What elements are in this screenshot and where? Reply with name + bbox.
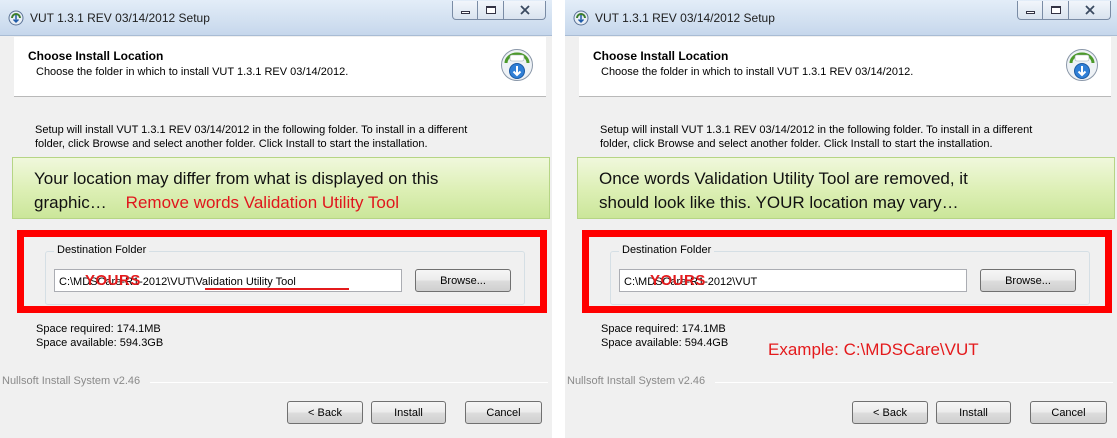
annotation-callout: Once words Validation Utility Tool are r… [577, 157, 1115, 219]
example-path-annotation: Example: C:\MDSCare\VUT [768, 340, 979, 359]
close-icon [519, 5, 530, 15]
destination-folder-legend: Destination Folder [54, 244, 150, 256]
space-required: Space required: 174.1MB [36, 323, 161, 335]
window-title: VUT 1.3.1 REV 03/14/2012 Setup [595, 11, 775, 25]
yours-annotation: YOURS [85, 272, 141, 289]
install-description: Setup will install VUT 1.3.1 REV 03/14/2… [35, 123, 545, 151]
destination-path-input[interactable]: C:\MDSCare-R1-2012\VUT\Validation Utilit… [54, 269, 402, 292]
minimize-button[interactable] [1017, 1, 1043, 20]
red-underline-annotation [205, 288, 349, 290]
close-icon [1084, 5, 1095, 15]
maximize-icon [1050, 6, 1061, 14]
panel-separator [552, 0, 565, 438]
destination-folder-legend: Destination Folder [619, 244, 715, 256]
page-title: Choose Install Location [593, 49, 729, 63]
yours-annotation: YOURS [650, 272, 706, 289]
title-bar[interactable]: VUT 1.3.1 REV 03/14/2012 Setup [565, 0, 1117, 36]
install-description: Setup will install VUT 1.3.1 REV 03/14/2… [600, 123, 1110, 151]
close-button[interactable] [504, 1, 546, 20]
space-required: Space required: 174.1MB [601, 323, 726, 335]
install-button[interactable]: Install [371, 401, 446, 424]
minimize-icon [1025, 11, 1035, 14]
callout-line-2: should look like this. YOUR location may… [599, 193, 959, 212]
nsis-divider [715, 382, 1113, 383]
callout-line-1: Your location may differ from what is di… [34, 169, 439, 188]
close-button[interactable] [1069, 1, 1111, 20]
callout-text: Once words Validation Utility Tool are r… [599, 167, 1104, 215]
annotation-callout: Your location may differ from what is di… [12, 157, 550, 219]
back-button[interactable]: < Back [287, 401, 363, 424]
installer-download-icon [501, 49, 533, 81]
minimize-icon [460, 11, 470, 14]
browse-button[interactable]: Browse... [980, 269, 1076, 292]
nsis-divider [150, 382, 548, 383]
setup-app-icon [8, 10, 24, 26]
description-line-2: folder, click Browse and select another … [35, 138, 428, 150]
browse-button[interactable]: Browse... [415, 269, 511, 292]
maximize-button[interactable] [1043, 1, 1069, 20]
install-button[interactable]: Install [936, 401, 1011, 424]
page-title: Choose Install Location [28, 49, 164, 63]
setup-app-icon [573, 10, 589, 26]
maximize-button[interactable] [478, 1, 504, 20]
description-line-1: Setup will install VUT 1.3.1 REV 03/14/2… [600, 124, 1033, 136]
page-subtitle: Choose the folder in which to install VU… [601, 66, 914, 78]
title-bar[interactable]: VUT 1.3.1 REV 03/14/2012 Setup [0, 0, 552, 36]
description-line-2: folder, click Browse and select another … [600, 138, 993, 150]
window-controls [452, 1, 546, 21]
description-line-1: Setup will install VUT 1.3.1 REV 03/14/2… [35, 124, 468, 136]
space-available: Space available: 594.3GB [36, 337, 164, 349]
minimize-button[interactable] [452, 1, 478, 20]
page-subtitle: Choose the folder in which to install VU… [36, 66, 349, 78]
callout-red-instruction: Remove words Validation Utility Tool [125, 193, 400, 212]
setup-window-after: VUT 1.3.1 REV 03/14/2012 Setup Choose In… [565, 0, 1117, 438]
maximize-icon [485, 6, 496, 14]
cancel-button[interactable]: Cancel [1030, 401, 1107, 424]
callout-line-2-row: graphic… Remove words Validation Utility… [34, 191, 539, 215]
nsis-branding: Nullsoft Install System v2.46 [2, 375, 145, 387]
callout-line-1: Once words Validation Utility Tool are r… [599, 169, 968, 188]
cancel-button[interactable]: Cancel [465, 401, 542, 424]
callout-text: Your location may differ from what is di… [34, 167, 539, 215]
installer-download-icon [1066, 49, 1098, 81]
wizard-header: Choose Install Location Choose the folde… [14, 37, 546, 97]
wizard-header: Choose Install Location Choose the folde… [579, 37, 1111, 97]
callout-line-2: graphic… [34, 193, 107, 212]
back-button[interactable]: < Back [852, 401, 928, 424]
space-available: Space available: 594.4GB [601, 337, 729, 349]
window-controls [1017, 1, 1111, 21]
window-title: VUT 1.3.1 REV 03/14/2012 Setup [30, 11, 210, 25]
setup-window-before: VUT 1.3.1 REV 03/14/2012 Setup Choose In… [0, 0, 552, 438]
nsis-branding: Nullsoft Install System v2.46 [567, 375, 710, 387]
destination-path-input[interactable]: C:\MDSCare-R1-2012\VUT YOURS [619, 269, 967, 292]
